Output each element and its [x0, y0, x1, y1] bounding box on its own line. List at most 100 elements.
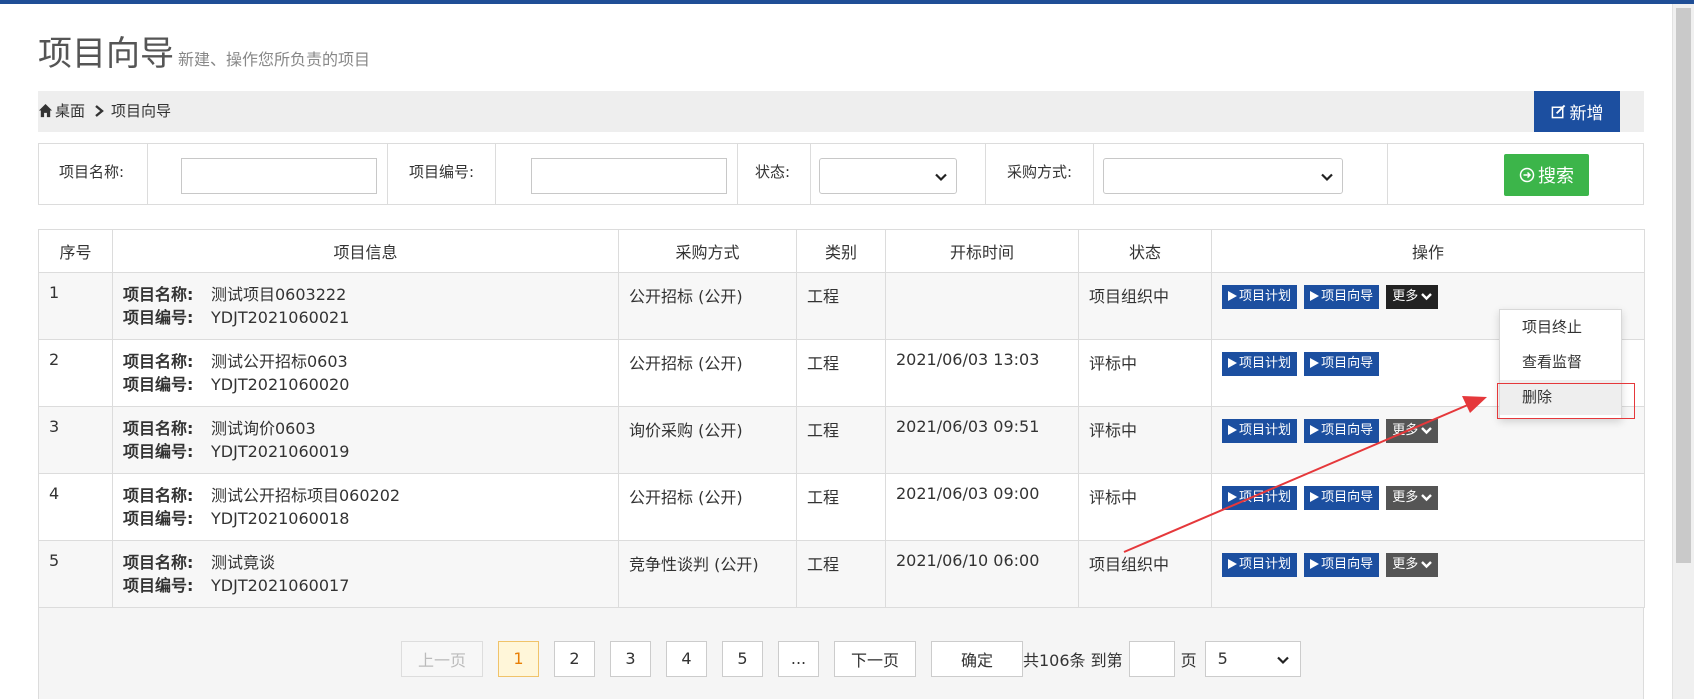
actions-cell: 项目计划 项目向导 更多	[1211, 540, 1645, 608]
project-plan-label: 项目计划	[1239, 289, 1292, 304]
page-suffix-text: 页	[1180, 650, 1197, 670]
page-4-button[interactable]: 4	[666, 640, 707, 677]
category-cell: 工程	[796, 473, 886, 541]
project-guide-label: 项目向导	[1321, 490, 1374, 505]
chevron-down-icon	[1421, 561, 1433, 569]
project-guide-button[interactable]: 项目向导	[1304, 419, 1380, 443]
actions-cell: 项目计划 项目向导 更多	[1211, 473, 1645, 541]
column-header-open-time: 开标时间	[885, 229, 1079, 273]
breadcrumb-bar: 桌面 项目向导 新增	[38, 91, 1644, 132]
project-name: 测试询价0603	[211, 419, 316, 438]
project-guide-button[interactable]: 项目向导	[1304, 553, 1380, 577]
vertical-scrollbar[interactable]	[1672, 4, 1694, 699]
purchase-method-label: 采购方式:	[1007, 163, 1073, 181]
home-icon	[38, 103, 53, 118]
chevron-down-icon	[1321, 173, 1333, 182]
project-code-label: 项目编号:	[409, 163, 475, 181]
open-time-cell	[885, 272, 1079, 340]
purchase-method-cell: 公开招标 (公开)	[618, 339, 797, 407]
project-plan-button[interactable]: 项目计划	[1222, 486, 1298, 510]
page-size-select[interactable]: 5	[1204, 640, 1301, 677]
filter-divider	[387, 144, 388, 204]
project-plan-button[interactable]: 项目计划	[1222, 419, 1298, 443]
info-code-key: 项目编号:	[123, 308, 194, 327]
more-button[interactable]: 更多	[1386, 486, 1439, 510]
project-guide-button[interactable]: 项目向导	[1304, 486, 1380, 510]
filter-divider	[147, 144, 148, 204]
project-plan-label: 项目计划	[1239, 356, 1292, 371]
category-cell: 工程	[796, 339, 886, 407]
open-time-cell: 2021/06/03 09:00	[885, 473, 1079, 541]
play-icon	[1310, 492, 1320, 502]
more-button[interactable]: 更多	[1386, 553, 1439, 577]
open-time-cell: 2021/06/03 09:51	[885, 406, 1079, 474]
project-name-input[interactable]	[181, 158, 377, 194]
table-row: 1 项目名称: 测试项目0603222 项目编号: YDJT2021060021 公…	[38, 272, 1645, 340]
row-number: 2	[38, 339, 113, 407]
project-guide-button[interactable]: 项目向导	[1304, 285, 1380, 309]
project-table-container: 序号 项目信息 采购方式 类别 开标时间 状态 操作 1 项目名称: 测试项目06…	[38, 229, 1645, 699]
pagination: 上一页 1 2 3 4 5 ... 下一页 确定 共106条 到第 页 5	[401, 640, 1301, 677]
page-2-button[interactable]: 2	[554, 640, 595, 677]
project-guide-button[interactable]: 项目向导	[1304, 352, 1380, 376]
project-plan-button[interactable]: 项目计划	[1222, 352, 1298, 376]
project-info-cell: 项目名称: 测试公开招标0603 项目编号: YDJT2021060020	[112, 339, 619, 407]
play-icon	[1228, 559, 1237, 569]
purchase-method-cell: 竞争性谈判 (公开)	[618, 540, 797, 608]
info-name-key: 项目名称:	[123, 352, 194, 371]
menu-item-view-supervision[interactable]: 查看监督	[1500, 345, 1621, 380]
page-ellipsis: ...	[778, 640, 819, 677]
search-button-label: 搜索	[1538, 166, 1574, 187]
project-code-input[interactable]	[531, 158, 727, 194]
more-label: 更多	[1392, 490, 1419, 505]
more-button[interactable]: 更多	[1386, 419, 1439, 443]
page-title: 项目向导 新建、操作您所负责的项目	[38, 26, 370, 75]
prev-page-button[interactable]: 上一页	[401, 640, 483, 677]
page-5-button[interactable]: 5	[722, 640, 763, 677]
info-code-line: 项目编号: YDJT2021060021	[123, 306, 608, 329]
page-3-button[interactable]: 3	[610, 640, 651, 677]
row-number: 5	[38, 540, 113, 608]
status-cell: 评标中	[1078, 406, 1212, 474]
page-1-button[interactable]: 1	[498, 640, 539, 677]
confirm-page-button[interactable]: 确定	[931, 640, 1023, 677]
project-code: YDJT2021060020	[211, 375, 350, 394]
menu-item-terminate[interactable]: 项目终止	[1500, 310, 1621, 345]
project-name: 测试公开招标0603	[211, 352, 348, 371]
filter-divider	[985, 144, 986, 204]
chevron-down-icon	[1276, 656, 1289, 664]
table-header-row: 序号 项目信息 采购方式 类别 开标时间 状态 操作	[38, 229, 1645, 273]
open-time-cell: 2021/06/10 06:00	[885, 540, 1079, 608]
goto-page-input[interactable]	[1128, 640, 1175, 677]
status-cell: 项目组织中	[1078, 272, 1212, 340]
info-code-key: 项目编号:	[123, 576, 194, 595]
status-cell: 评标中	[1078, 473, 1212, 541]
column-header-status: 状态	[1078, 229, 1212, 273]
scrollbar-thumb[interactable]	[1676, 8, 1691, 563]
project-plan-button[interactable]: 项目计划	[1222, 285, 1298, 309]
info-code-key: 项目编号:	[123, 375, 194, 394]
play-icon	[1310, 358, 1320, 368]
breadcrumb-home[interactable]: 桌面	[55, 100, 85, 121]
project-plan-label: 项目计划	[1239, 490, 1292, 505]
next-page-button[interactable]: 下一页	[834, 640, 916, 677]
purchase-method-cell: 公开招标 (公开)	[618, 473, 797, 541]
category-cell: 工程	[796, 540, 886, 608]
filter-divider	[495, 144, 496, 204]
info-name-line: 项目名称: 测试项目0603222	[123, 283, 608, 306]
status-select[interactable]	[819, 158, 957, 194]
filter-divider	[1093, 144, 1094, 204]
more-button[interactable]: 更多	[1386, 285, 1439, 309]
filter-panel: 项目名称: 项目编号: 状态: 采购方式: 搜索	[38, 143, 1644, 205]
info-code-line: 项目编号: YDJT2021060020	[123, 373, 608, 396]
chevron-right-icon	[95, 104, 104, 117]
purchase-method-select[interactable]	[1103, 158, 1343, 194]
table-row: 5 项目名称: 测试竟谈 项目编号: YDJT2021060017 竞争性谈判 (公…	[38, 540, 1645, 608]
chevron-down-icon	[935, 173, 947, 182]
add-button[interactable]: 新增	[1534, 91, 1620, 132]
project-info-cell: 项目名称: 测试竟谈 项目编号: YDJT2021060017	[112, 540, 619, 608]
play-icon	[1310, 425, 1320, 435]
project-plan-button[interactable]: 项目计划	[1222, 553, 1298, 577]
add-button-label: 新增	[1569, 104, 1604, 124]
search-button[interactable]: 搜索	[1504, 154, 1589, 196]
